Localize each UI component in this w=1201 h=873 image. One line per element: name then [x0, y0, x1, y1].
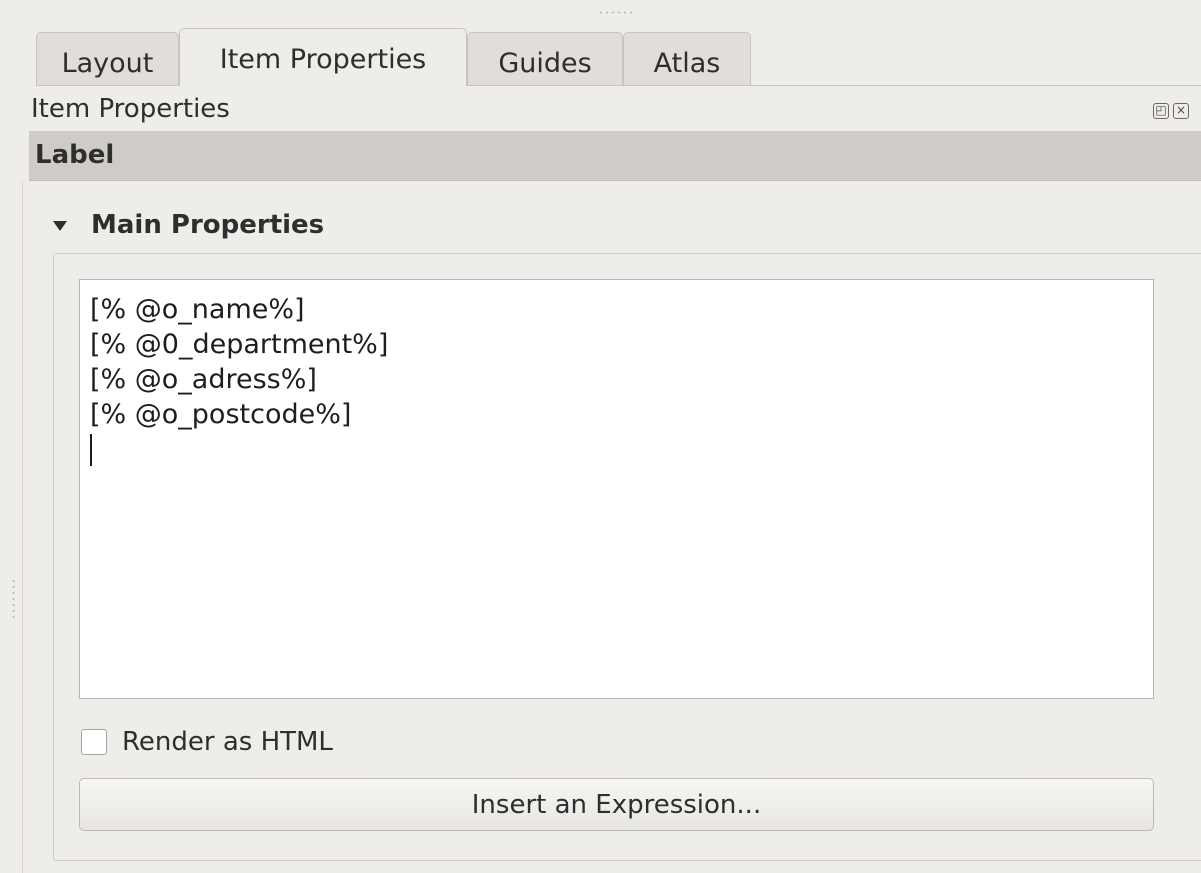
- tab-layout[interactable]: Layout: [36, 32, 179, 86]
- tab-atlas[interactable]: Atlas: [623, 32, 751, 86]
- render-as-html-checkbox[interactable]: [81, 729, 107, 755]
- editor-line: [% @o_postcode%]: [90, 399, 352, 430]
- main-properties-header[interactable]: Main Properties: [53, 205, 324, 245]
- insert-expression-button[interactable]: Insert an Expression...: [79, 778, 1154, 831]
- panel-header: Item Properties ◰ ×: [29, 88, 1201, 130]
- dock-resize-handle-left[interactable]: [12, 578, 15, 618]
- collapse-triangle-icon[interactable]: [53, 221, 67, 231]
- float-icon[interactable]: ◰: [1153, 103, 1169, 119]
- item-type-label: Label: [35, 140, 115, 170]
- tab-bar: Layout Item Properties Guides Atlas: [36, 28, 1201, 86]
- close-icon[interactable]: ×: [1173, 103, 1189, 119]
- item-type-bar: Label: [29, 131, 1201, 181]
- dock-resize-handle-top[interactable]: [598, 11, 634, 14]
- label-text-editor[interactable]: [% @o_name%] [% @0_department%] [% @o_ad…: [79, 279, 1154, 699]
- dock-left-border: [22, 182, 23, 873]
- render-as-html-option[interactable]: Render as HTML: [81, 724, 333, 760]
- text-caret: [90, 434, 92, 466]
- tab-guides-label: Guides: [498, 48, 592, 79]
- render-as-html-label: Render as HTML: [122, 727, 333, 757]
- tab-layout-label: Layout: [61, 48, 154, 79]
- main-properties-title: Main Properties: [91, 210, 325, 240]
- editor-line: [% @0_department%]: [90, 329, 389, 360]
- editor-line: [% @o_adress%]: [90, 364, 317, 395]
- tab-guides[interactable]: Guides: [467, 32, 623, 86]
- tab-item-properties[interactable]: Item Properties: [179, 28, 467, 86]
- editor-line: [% @o_name%]: [90, 294, 305, 325]
- tab-item-properties-label: Item Properties: [219, 44, 427, 75]
- tab-atlas-label: Atlas: [653, 48, 721, 79]
- item-properties-dock: Layout Item Properties Guides Atlas Item…: [0, 0, 1201, 873]
- panel-title: Item Properties: [31, 94, 230, 124]
